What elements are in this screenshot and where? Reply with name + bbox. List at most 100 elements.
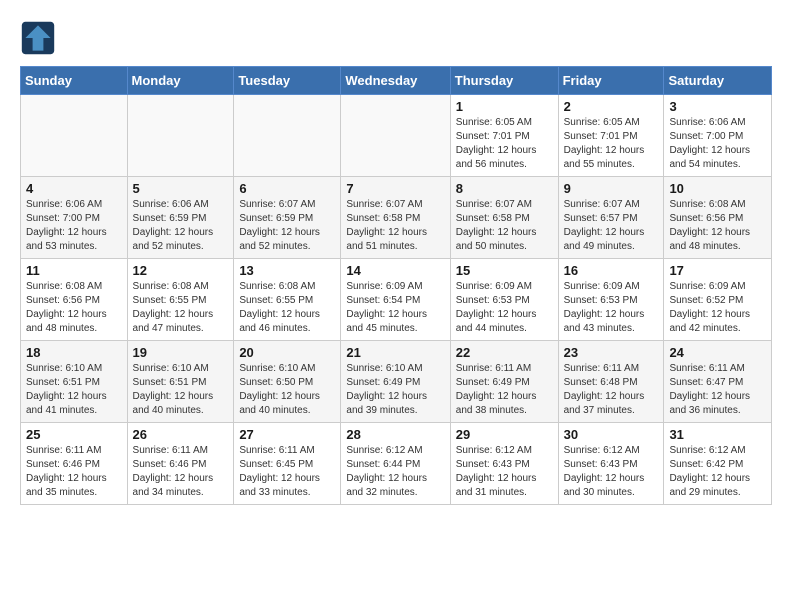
calendar-week-row: 1 Sunrise: 6:05 AM Sunset: 7:01 PM Daylig… [21, 95, 772, 177]
col-header-tuesday: Tuesday [234, 67, 341, 95]
day-number: 30 [564, 427, 659, 442]
calendar-cell: 31 Sunrise: 6:12 AM Sunset: 6:42 PM Dayli… [664, 423, 772, 505]
day-number: 23 [564, 345, 659, 360]
day-detail: Sunrise: 6:12 AM Sunset: 6:42 PM Dayligh… [669, 444, 766, 500]
calendar-cell [341, 95, 450, 177]
day-detail: Sunrise: 6:11 AM Sunset: 6:47 PM Dayligh… [669, 362, 766, 418]
day-detail: Sunrise: 6:05 AM Sunset: 7:01 PM Dayligh… [564, 116, 659, 172]
calendar-cell: 5Sunrise: 6:06 AM Sunset: 6:59 PM Daylig… [127, 177, 234, 259]
calendar-cell: 22 Sunrise: 6:11 AM Sunset: 6:49 PM Dayli… [450, 341, 558, 423]
day-number: 17 [669, 263, 766, 278]
day-number: 28 [346, 427, 444, 442]
day-detail: Sunrise: 6:11 AM Sunset: 6:45 PM Dayligh… [239, 444, 335, 500]
calendar-cell: 26Sunrise: 6:11 AM Sunset: 6:46 PM Dayli… [127, 423, 234, 505]
day-detail: Sunrise: 6:08 AM Sunset: 6:56 PM Dayligh… [669, 198, 766, 254]
calendar-cell: 4 Sunrise: 6:06 AM Sunset: 7:00 PM Daylig… [21, 177, 128, 259]
calendar-cell: 18Sunrise: 6:10 AM Sunset: 6:51 PM Dayli… [21, 341, 128, 423]
day-number: 24 [669, 345, 766, 360]
day-detail: Sunrise: 6:09 AM Sunset: 6:52 PM Dayligh… [669, 280, 766, 336]
calendar-cell: 15Sunrise: 6:09 AM Sunset: 6:53 PM Dayli… [450, 259, 558, 341]
day-number: 21 [346, 345, 444, 360]
day-number: 6 [239, 181, 335, 196]
day-detail: Sunrise: 6:11 AM Sunset: 6:48 PM Dayligh… [564, 362, 659, 418]
logo [20, 20, 60, 56]
day-number: 25 [26, 427, 122, 442]
col-header-sunday: Sunday [21, 67, 128, 95]
day-number: 14 [346, 263, 444, 278]
day-detail: Sunrise: 6:11 AM Sunset: 6:49 PM Dayligh… [456, 362, 553, 418]
day-number: 22 [456, 345, 553, 360]
day-number: 5 [133, 181, 229, 196]
day-number: 19 [133, 345, 229, 360]
day-number: 29 [456, 427, 553, 442]
day-number: 12 [133, 263, 229, 278]
calendar-cell: 3 Sunrise: 6:06 AM Sunset: 7:00 PM Daylig… [664, 95, 772, 177]
day-detail: Sunrise: 6:06 AM Sunset: 7:00 PM Dayligh… [669, 116, 766, 172]
calendar-cell: 25 Sunrise: 6:11 AM Sunset: 6:46 PM Dayli… [21, 423, 128, 505]
day-detail: Sunrise: 6:07 AM Sunset: 6:58 PM Dayligh… [456, 198, 553, 254]
col-header-wednesday: Wednesday [341, 67, 450, 95]
day-number: 1 [456, 99, 553, 114]
calendar-week-row: 4 Sunrise: 6:06 AM Sunset: 7:00 PM Daylig… [21, 177, 772, 259]
calendar-week-row: 18 Sunrise: 6:10 AM Sunset: 6:51 PM Dayli… [21, 341, 772, 423]
calendar-cell: 27 Sunrise: 6:11 AM Sunset: 6:45 PM Dayli… [234, 423, 341, 505]
day-number: 8 [456, 181, 553, 196]
calendar-week-row: 11 Sunrise: 6:08 AM Sunset: 6:56 PM Dayli… [21, 259, 772, 341]
day-number: 26 [133, 427, 229, 442]
calendar-cell: 9 Sunrise: 6:07 AM Sunset: 6:57 PM Daylig… [558, 177, 664, 259]
col-header-monday: Monday [127, 67, 234, 95]
calendar-cell: 6 Sunrise: 6:07 AM Sunset: 6:59 PM Daylig… [234, 177, 341, 259]
day-detail: Sunrise: 6:12 AM Sunset: 6:43 PM Dayligh… [456, 444, 553, 500]
day-detail: Sunrise: 6:09 AM Sunset: 6:53 PM Dayligh… [564, 280, 659, 336]
calendar-cell [21, 95, 128, 177]
day-number: 11 [26, 263, 122, 278]
day-number: 7 [346, 181, 444, 196]
calendar-cell: 21 Sunrise: 6:10 AM Sunset: 6:49 PM Dayli… [341, 341, 450, 423]
day-detail: Sunrise: 6:10 AM Sunset: 6:51 PM Dayligh… [133, 362, 229, 418]
calendar-cell: 24 Sunrise: 6:11 AM Sunset: 6:47 PM Dayli… [664, 341, 772, 423]
calendar-cell: 7 Sunrise: 6:07 AM Sunset: 6:58 PM Daylig… [341, 177, 450, 259]
day-number: 27 [239, 427, 335, 442]
day-detail: Sunrise: 6:09 AM Sunset: 6:53 PM Dayligh… [456, 280, 553, 336]
day-detail: Sunrise: 6:07 AM Sunset: 6:58 PM Dayligh… [346, 198, 444, 254]
day-detail: Sunrise: 6:09 AM Sunset: 6:54 PM Dayligh… [346, 280, 444, 336]
calendar-cell [234, 95, 341, 177]
col-header-saturday: Saturday [664, 67, 772, 95]
day-number: 3 [669, 99, 766, 114]
day-number: 2 [564, 99, 659, 114]
day-detail: Sunrise: 6:10 AM Sunset: 6:50 PM Dayligh… [239, 362, 335, 418]
day-detail: Sunrise: 6:07 AM Sunset: 6:57 PM Dayligh… [564, 198, 659, 254]
col-header-thursday: Thursday [450, 67, 558, 95]
calendar-cell: 12Sunrise: 6:08 AM Sunset: 6:55 PM Dayli… [127, 259, 234, 341]
calendar-table: SundayMondayTuesdayWednesdayThursdayFrid… [20, 66, 772, 505]
day-detail: Sunrise: 6:06 AM Sunset: 7:00 PM Dayligh… [26, 198, 122, 254]
calendar-cell: 20Sunrise: 6:10 AM Sunset: 6:50 PM Dayli… [234, 341, 341, 423]
day-detail: Sunrise: 6:12 AM Sunset: 6:44 PM Dayligh… [346, 444, 444, 500]
day-number: 4 [26, 181, 122, 196]
calendar-week-row: 25 Sunrise: 6:11 AM Sunset: 6:46 PM Dayli… [21, 423, 772, 505]
calendar-cell [127, 95, 234, 177]
calendar-cell: 1Sunrise: 6:05 AM Sunset: 7:01 PM Daylig… [450, 95, 558, 177]
day-number: 10 [669, 181, 766, 196]
logo-icon [20, 20, 56, 56]
day-detail: Sunrise: 6:07 AM Sunset: 6:59 PM Dayligh… [239, 198, 335, 254]
day-detail: Sunrise: 6:08 AM Sunset: 6:55 PM Dayligh… [239, 280, 335, 336]
page-header [20, 20, 772, 56]
day-number: 13 [239, 263, 335, 278]
calendar-cell: 23 Sunrise: 6:11 AM Sunset: 6:48 PM Dayli… [558, 341, 664, 423]
calendar-cell: 8 Sunrise: 6:07 AM Sunset: 6:58 PM Daylig… [450, 177, 558, 259]
calendar-cell: 17 Sunrise: 6:09 AM Sunset: 6:52 PM Dayli… [664, 259, 772, 341]
calendar-cell: 2 Sunrise: 6:05 AM Sunset: 7:01 PM Daylig… [558, 95, 664, 177]
day-number: 31 [669, 427, 766, 442]
calendar-cell: 19 Sunrise: 6:10 AM Sunset: 6:51 PM Dayli… [127, 341, 234, 423]
day-detail: Sunrise: 6:10 AM Sunset: 6:49 PM Dayligh… [346, 362, 444, 418]
calendar-header-row: SundayMondayTuesdayWednesdayThursdayFrid… [21, 67, 772, 95]
day-detail: Sunrise: 6:08 AM Sunset: 6:56 PM Dayligh… [26, 280, 122, 336]
day-number: 18 [26, 345, 122, 360]
day-detail: Sunrise: 6:11 AM Sunset: 6:46 PM Dayligh… [26, 444, 122, 500]
col-header-friday: Friday [558, 67, 664, 95]
calendar-cell: 10 Sunrise: 6:08 AM Sunset: 6:56 PM Dayli… [664, 177, 772, 259]
calendar-cell: 29 Sunrise: 6:12 AM Sunset: 6:43 PM Dayli… [450, 423, 558, 505]
day-number: 9 [564, 181, 659, 196]
day-detail: Sunrise: 6:12 AM Sunset: 6:43 PM Dayligh… [564, 444, 659, 500]
